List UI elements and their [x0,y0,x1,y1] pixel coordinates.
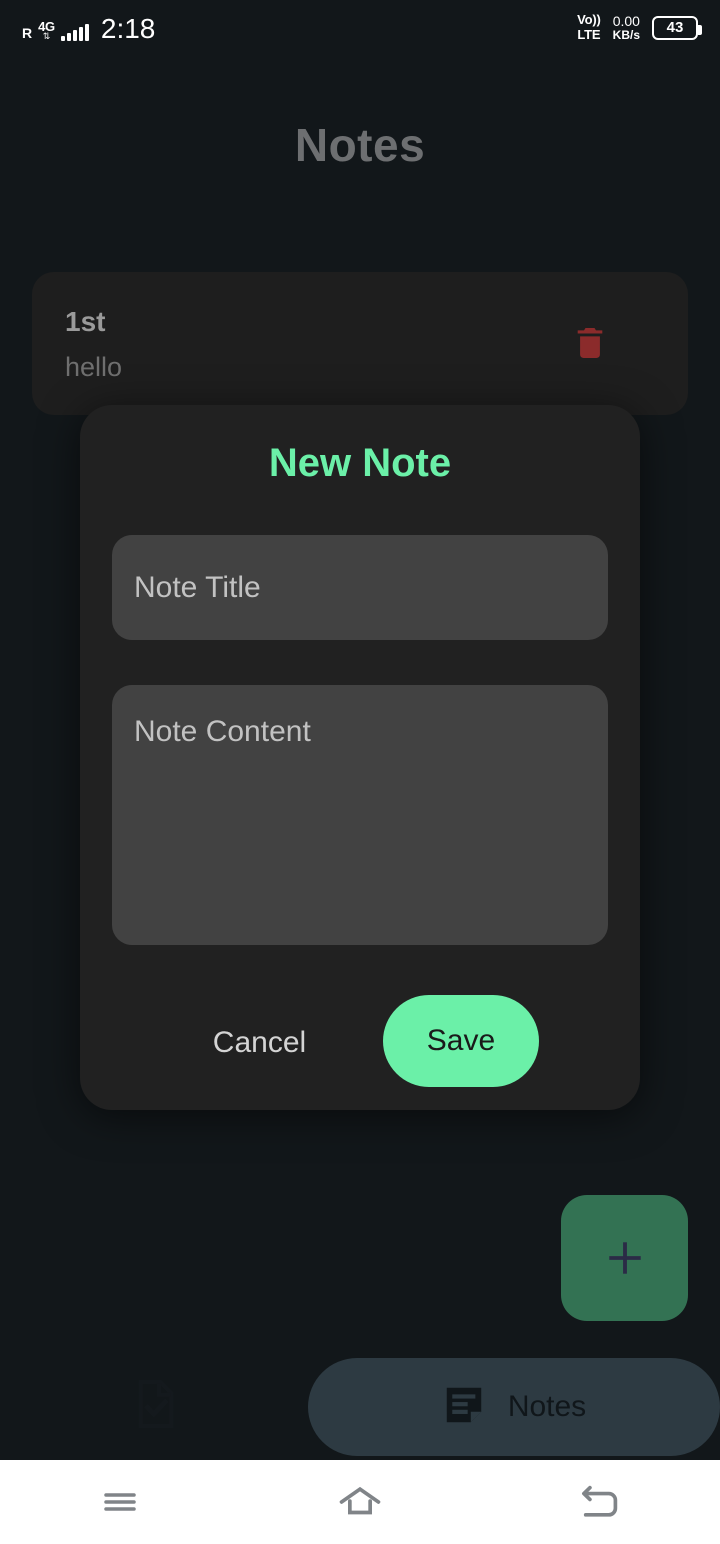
sidebar-item-tasks[interactable] [128,1373,184,1435]
note-title-input[interactable]: Note Title [112,535,608,640]
dialog-title: New Note [268,441,452,485]
phone-screen: R 4G ⇅ 2:18 Vo)) LTE 0.00 KB/s 43 Notes … [0,0,720,1544]
data-arrows-icon: ⇅ [42,31,51,41]
signal-bars-icon [60,23,89,41]
page-title: Notes [294,119,426,171]
document-check-icon [138,1380,174,1428]
status-bar-left: R 4G ⇅ 2:18 [22,13,156,44]
note-icon [442,1383,486,1432]
note-title: 1st [65,306,106,337]
dialog-actions: Cancel Save [80,995,640,1091]
note-title-placeholder: Note Title [134,570,261,604]
cancel-button[interactable]: Cancel [172,1013,347,1073]
trash-icon[interactable] [564,317,616,369]
new-note-dialog: New Note Note Title Note Content Cancel … [80,405,640,1110]
status-bar-clock: 2:18 [100,13,156,44]
network-type-indicator: 4G ⇅ [38,19,55,41]
home-icon[interactable] [300,1460,420,1544]
sidebar-item-label: Notes [507,1390,587,1423]
data-rate-indicator: 0.00 KB/s [612,13,640,43]
bottom-navigation-bar: Notes [0,1355,720,1460]
note-content-placeholder: Note Content [134,715,311,748]
plus-icon [608,1242,641,1274]
status-bar: R 4G ⇅ 2:18 Vo)) LTE 0.00 KB/s 43 [0,0,720,56]
system-navigation-bar [0,1460,720,1544]
roaming-indicator: R [22,25,33,41]
note-body: hello [65,352,123,382]
list-item[interactable]: 1st hello [32,272,688,415]
volte-icon: Vo)) LTE [577,12,601,42]
note-content-input[interactable]: Note Content [112,685,608,945]
battery-icon: 43 [652,15,702,40]
sidebar-item-notes[interactable]: Notes [308,1358,720,1456]
save-button[interactable]: Save [383,995,539,1087]
menu-icon[interactable] [60,1460,180,1544]
back-icon[interactable] [540,1460,660,1544]
status-bar-right: Vo)) LTE 0.00 KB/s 43 [577,12,702,43]
add-note-fab[interactable] [561,1195,688,1321]
